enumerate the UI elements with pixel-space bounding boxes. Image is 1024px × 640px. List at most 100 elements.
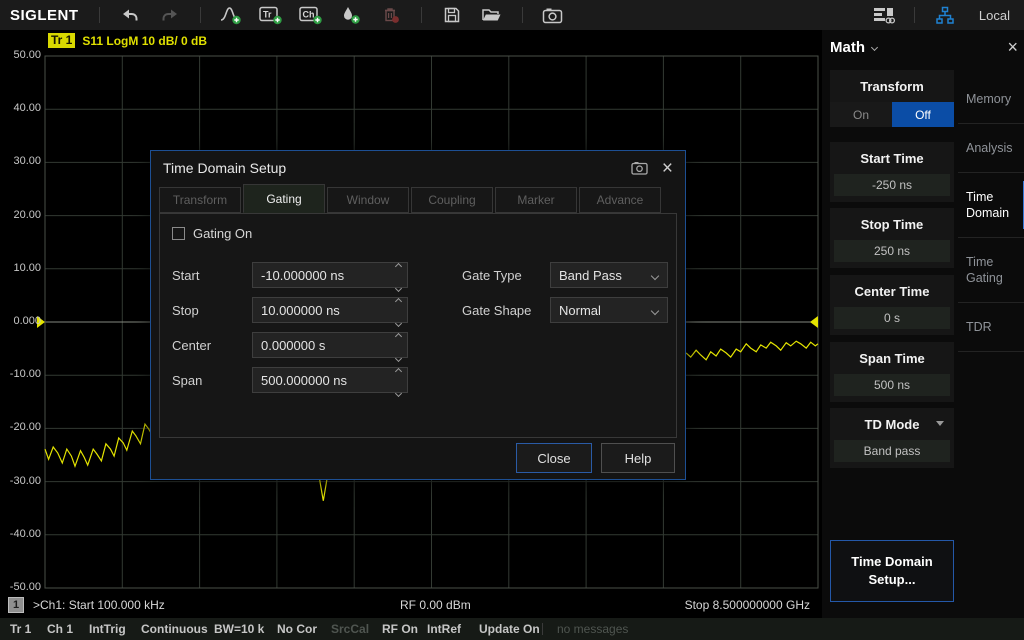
trace-info[interactable]: Tr 1 S11 LogM 10 dB/ 0 dB	[48, 33, 207, 48]
status-ch-1: Ch 1	[47, 622, 73, 636]
dialog-tabs: TransformGatingWindowCouplingMarkerAdvan…	[159, 187, 661, 213]
spin-up-icon[interactable]	[396, 326, 401, 344]
trace-line	[320, 480, 327, 501]
dropdown-value: Band Pass	[559, 268, 622, 283]
transform-panel: Transform On Off	[830, 70, 954, 127]
save-icon[interactable]	[439, 3, 465, 27]
center-time-value[interactable]: 0 s	[834, 307, 950, 329]
stop-time-value[interactable]: 250 ns	[834, 240, 950, 262]
add-trace-icon[interactable]: Tr	[258, 3, 284, 27]
toolbar-separator	[522, 7, 523, 23]
screenshot-icon[interactable]	[540, 3, 566, 27]
field-input-stop[interactable]: 10.000000 ns	[252, 297, 408, 323]
spinner-buttons[interactable]	[396, 298, 401, 324]
spin-down-icon[interactable]	[396, 383, 401, 401]
redo-icon[interactable]	[157, 3, 183, 27]
spin-up-icon[interactable]	[396, 361, 401, 379]
field-input-start[interactable]: -10.000000 ns	[252, 262, 408, 288]
add-channel-icon[interactable]: Ch	[298, 3, 324, 27]
spin-up-icon[interactable]	[396, 291, 401, 309]
span-time-panel[interactable]: Span Time 500 ns	[830, 342, 954, 402]
dropdown-row-gate-shape: Gate ShapeNormal	[462, 297, 672, 323]
dropdown-label-gate-type: Gate Type	[462, 268, 550, 283]
remote-network-icon[interactable]	[932, 3, 958, 27]
rf-power-label: RF 0.00 dBm	[400, 598, 471, 612]
tab-marker[interactable]: Marker	[495, 187, 577, 213]
spin-up-icon[interactable]	[396, 256, 401, 274]
sidebar-item-time-gating[interactable]: Time Gating	[958, 238, 1024, 303]
undo-icon[interactable]	[117, 3, 143, 27]
dialog-fields-right: Gate Type Band Pass Gate ShapeNormal	[462, 262, 672, 332]
field-row-span: Span500.000000 ns	[172, 367, 420, 393]
gating-tab-content: Gating On Start-10.000000 nsStop10.00000…	[159, 213, 677, 438]
status-inttrig: IntTrig	[89, 622, 126, 636]
trace-line	[686, 341, 818, 360]
tab-transform[interactable]: Transform	[159, 187, 241, 213]
sidebar-item-memory[interactable]: Memory	[958, 75, 1024, 124]
checkbox-label: Gating On	[193, 226, 252, 241]
spinner-buttons[interactable]	[396, 263, 401, 289]
transform-off-button[interactable]: Off	[892, 102, 954, 127]
sidebar-close-icon[interactable]: ×	[1007, 38, 1018, 56]
tab-window[interactable]: Window	[327, 187, 409, 213]
toolbar-separator	[200, 7, 201, 23]
channel-number-badge[interactable]: 1	[8, 597, 24, 613]
y-axis-tick: 10.00	[0, 262, 41, 274]
tab-coupling[interactable]: Coupling	[411, 187, 493, 213]
spinner-buttons[interactable]	[396, 333, 401, 359]
field-row-start: Start-10.000000 ns	[172, 262, 420, 288]
dialog-title: Time Domain Setup	[163, 160, 286, 176]
span-time-value[interactable]: 500 ns	[834, 374, 950, 396]
start-time-panel[interactable]: Start Time -250 ns	[830, 142, 954, 202]
dialog-titlebar[interactable]: Time Domain Setup ×	[151, 151, 685, 185]
status-separator	[542, 623, 543, 635]
trace-number-badge[interactable]: Tr 1	[48, 33, 75, 48]
td-mode-panel[interactable]: TD Mode Band pass	[830, 408, 954, 468]
chevron-down-icon	[651, 272, 659, 280]
dropdown-gate-type[interactable]: Band Pass	[550, 262, 668, 288]
y-axis-tick: 20.00	[0, 209, 41, 221]
trace-line	[45, 413, 157, 466]
local-mode-label[interactable]: Local	[979, 8, 1010, 23]
time-domain-setup-button[interactable]: Time Domain Setup...	[830, 540, 954, 602]
transform-title: Transform	[830, 70, 954, 102]
sidebar-menu-title[interactable]: Math	[830, 39, 865, 56]
stop-time-panel[interactable]: Stop Time 250 ns	[830, 208, 954, 268]
gating-on-checkbox[interactable]: Gating On	[172, 226, 252, 241]
field-input-span[interactable]: 500.000000 ns	[252, 367, 408, 393]
spinner-buttons[interactable]	[396, 368, 401, 394]
tab-advance[interactable]: Advance	[579, 187, 661, 213]
display-layout-icon[interactable]	[871, 3, 897, 27]
y-axis-tick: 50.00	[0, 49, 41, 61]
status-bar: Tr 1Ch 1IntTrigContinuousBW=10 kNo CorSr…	[0, 618, 1024, 640]
field-value: 500.000000 ns	[261, 373, 347, 388]
add-math-trace-icon[interactable]	[218, 3, 244, 27]
dropdown-arrow-icon[interactable]	[936, 421, 944, 426]
chevron-down-icon	[651, 307, 659, 315]
sidebar-header: Math ×	[830, 32, 1018, 62]
checkbox-box[interactable]	[172, 227, 185, 240]
delete-icon	[378, 3, 404, 27]
start-time-value[interactable]: -250 ns	[834, 174, 950, 196]
dialog-screenshot-icon[interactable]	[631, 161, 648, 175]
close-button[interactable]: Close	[516, 443, 592, 473]
td-mode-value[interactable]: Band pass	[834, 440, 950, 462]
sidebar-item-analysis[interactable]: Analysis	[958, 124, 1024, 173]
open-file-icon[interactable]	[479, 3, 505, 27]
center-time-panel[interactable]: Center Time 0 s	[830, 275, 954, 335]
sidebar-item-time-domain[interactable]: Time Domain	[958, 173, 1024, 238]
status-continuous: Continuous	[141, 622, 208, 636]
dropdown-gate-shape[interactable]: Normal	[550, 297, 668, 323]
dialog-close-icon[interactable]: ×	[662, 159, 673, 178]
add-marker-icon[interactable]	[338, 3, 364, 27]
time-domain-setup-dialog: Time Domain Setup × TransformGatingWindo…	[150, 150, 686, 480]
help-button[interactable]: Help	[601, 443, 675, 473]
field-value: 10.000000 ns	[261, 303, 340, 318]
tab-gating[interactable]: Gating	[243, 184, 325, 213]
stop-time-title: Stop Time	[830, 208, 954, 240]
chevron-down-icon[interactable]	[871, 43, 878, 50]
field-input-center[interactable]: 0.000000 s	[252, 332, 408, 358]
svg-text:Tr: Tr	[263, 10, 272, 20]
sidebar-item-tdr[interactable]: TDR	[958, 303, 1024, 352]
transform-on-button[interactable]: On	[830, 102, 892, 127]
